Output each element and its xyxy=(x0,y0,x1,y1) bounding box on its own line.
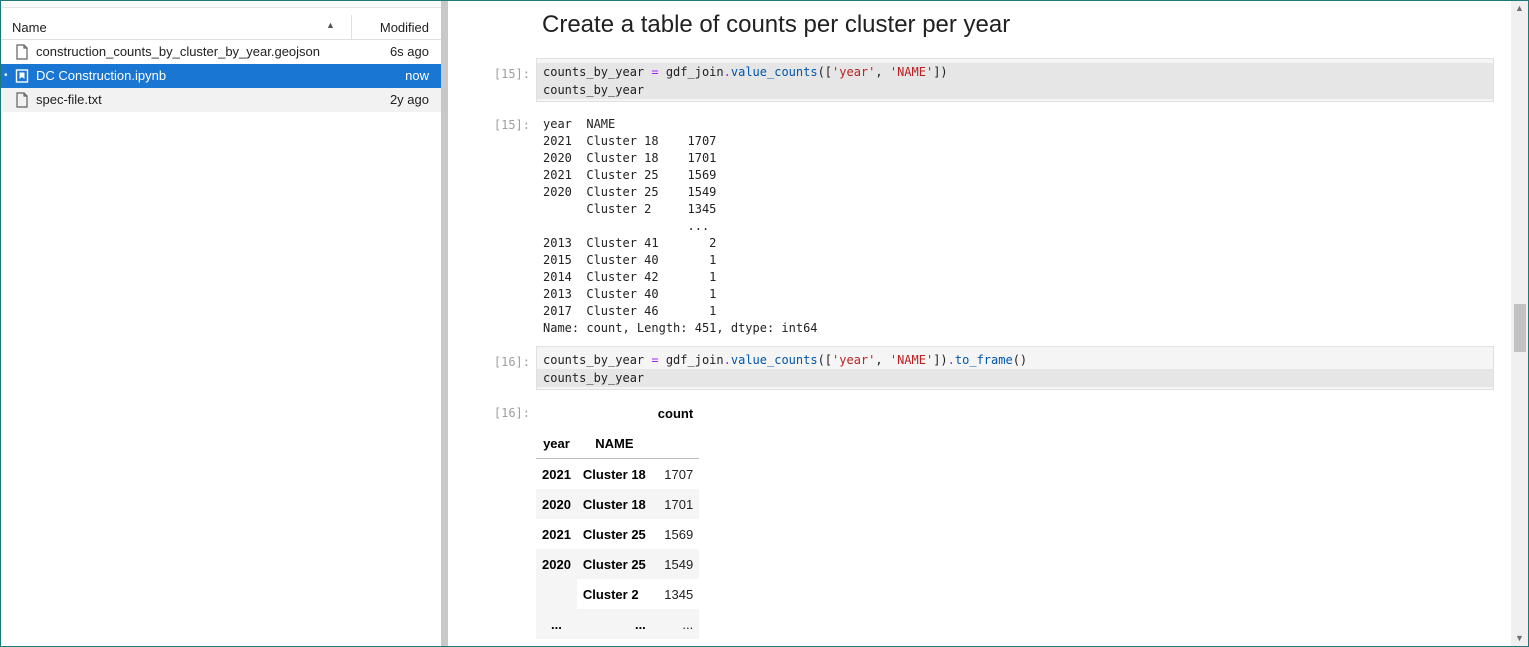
table-row: 2020 Cluster 18 1701 xyxy=(536,489,700,519)
output-line: 2021 Cluster 25 1569 xyxy=(543,168,717,182)
code-cell-editor[interactable]: counts_by_year = gdf_join.value_counts([… xyxy=(536,346,1494,390)
column-header-modified[interactable]: Modified xyxy=(380,20,429,35)
output-line: 2017 Cluster 46 1 xyxy=(543,304,717,318)
output-line: 2015 Cluster 40 1 xyxy=(543,253,717,267)
output-line: 2020 Cluster 18 1701 xyxy=(543,151,717,165)
notebook-icon xyxy=(15,69,29,83)
row-name: Cluster 18 xyxy=(582,466,646,482)
row-name: Cluster 18 xyxy=(582,496,646,512)
output-line: 2014 Cluster 42 1 xyxy=(543,270,717,284)
table-row: 2021 Cluster 18 1707 xyxy=(536,459,699,490)
row-name: Cluster 25 xyxy=(582,526,646,542)
breadcrumb-strip xyxy=(1,1,441,8)
row-year: ... xyxy=(551,616,562,632)
table-row: ... ... ... xyxy=(536,609,700,639)
input-prompt: [15]: xyxy=(493,67,530,81)
scroll-down-icon[interactable]: ▼ xyxy=(1515,633,1524,643)
output-line: Cluster 2 1345 xyxy=(543,202,717,216)
output-line: 2020 Cluster 25 1549 xyxy=(543,185,717,199)
row-count: 1701 xyxy=(664,496,694,512)
file-name: construction_counts_by_cluster_by_year.g… xyxy=(36,44,321,59)
file-icon xyxy=(16,44,28,60)
table-row: 2021 Cluster 25 1569 xyxy=(536,519,699,549)
row-count: ... xyxy=(682,616,694,632)
column-header-name[interactable]: Name xyxy=(12,20,47,35)
series-output[interactable]: year NAME 2021 Cluster 18 1707 2020 Clus… xyxy=(543,116,818,337)
column-header-count: count xyxy=(657,405,694,421)
scrollbar-thumb[interactable] xyxy=(1514,304,1526,352)
file-modified: now xyxy=(405,68,429,83)
row-count: 1549 xyxy=(664,556,694,572)
row-year xyxy=(536,579,577,609)
file-item-notebook[interactable]: • DC Construction.ipynb now xyxy=(1,64,441,88)
table-row: 2020 Cluster 25 1549 xyxy=(536,549,700,579)
markdown-heading: Create a table of counts per cluster per… xyxy=(542,11,1011,38)
notebook-scrollbar[interactable]: ▲ ▼ xyxy=(1511,1,1528,646)
row-year: 2020 xyxy=(542,496,571,512)
input-prompt: [16]: xyxy=(493,355,530,369)
row-count: 1569 xyxy=(664,526,694,542)
code-line: counts_by_year = gdf_join.value_counts([… xyxy=(537,63,1493,81)
output-line: 2013 Cluster 40 1 xyxy=(543,287,717,301)
file-modified: 6s ago xyxy=(389,44,429,59)
index-name-year: year xyxy=(543,435,570,451)
running-indicator: • xyxy=(4,70,8,81)
output-line: ... xyxy=(543,219,710,233)
file-modified: 2y ago xyxy=(389,92,429,107)
output-line: 2013 Cluster 41 2 xyxy=(543,236,717,250)
file-name: spec-file.txt xyxy=(36,92,102,107)
index-name-name: NAME xyxy=(595,435,634,451)
output-prompt: [15]: xyxy=(493,118,530,132)
dataframe-output[interactable]: count year NAME 2021 Cluster 18 1707 202… xyxy=(536,398,700,639)
output-line: 2021 Cluster 18 1707 xyxy=(543,134,717,148)
row-name: Cluster 2 xyxy=(582,586,639,602)
file-item-geojson[interactable]: construction_counts_by_cluster_by_year.g… xyxy=(1,40,441,64)
row-count: 1345 xyxy=(664,586,694,602)
file-browser: Name ▲ Modified construction_counts_by_c… xyxy=(1,1,441,646)
code-line: counts_by_year = gdf_join.value_counts([… xyxy=(543,353,1028,367)
code-line: counts_by_year xyxy=(537,369,1493,387)
row-name: ... xyxy=(634,616,646,632)
app-window: Name ▲ Modified construction_counts_by_c… xyxy=(0,0,1529,647)
file-name: DC Construction.ipynb xyxy=(36,68,167,83)
output-prompt: [16]: xyxy=(493,406,530,420)
row-year: 2021 xyxy=(542,466,571,482)
file-list-header: Name ▲ Modified xyxy=(1,15,441,40)
sort-ascending-icon[interactable]: ▲ xyxy=(326,20,335,30)
code-cell-editor[interactable]: counts_by_year = gdf_join.value_counts([… xyxy=(536,58,1494,102)
row-count: 1707 xyxy=(664,466,694,482)
column-resize-handle[interactable] xyxy=(351,15,352,39)
file-icon xyxy=(16,92,28,108)
table-row: Cluster 2 1345 xyxy=(536,579,699,609)
index-names-row: year NAME xyxy=(536,428,700,459)
code-line: counts_by_year xyxy=(537,81,1493,99)
table-header-row: count xyxy=(536,398,699,428)
file-list: construction_counts_by_cluster_by_year.g… xyxy=(1,40,441,112)
row-year: 2020 xyxy=(542,556,571,572)
row-year: 2021 xyxy=(542,526,571,542)
panel-splitter[interactable] xyxy=(441,1,448,646)
notebook-panel: Create a table of counts per cluster per… xyxy=(448,1,1511,646)
output-line: year NAME xyxy=(543,117,616,131)
row-name: Cluster 25 xyxy=(582,556,646,572)
output-line: Name: count, Length: 451, dtype: int64 xyxy=(543,321,818,335)
scroll-up-icon[interactable]: ▲ xyxy=(1515,3,1524,13)
file-item-spec[interactable]: spec-file.txt 2y ago xyxy=(1,88,441,112)
